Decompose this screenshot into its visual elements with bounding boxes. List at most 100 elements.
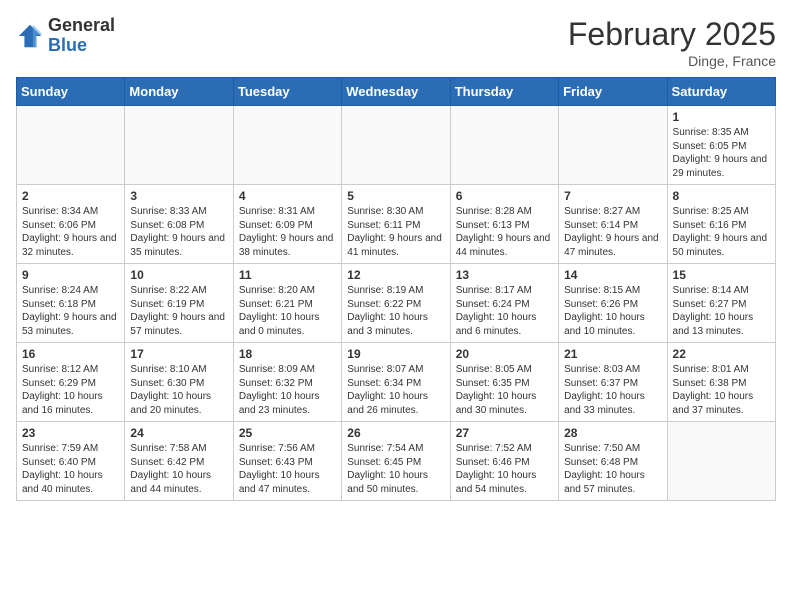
day-number: 5 [347, 189, 444, 203]
day-header-saturday: Saturday [667, 78, 775, 106]
day-info: Sunrise: 8:19 AM Sunset: 6:22 PM Dayligh… [347, 284, 444, 338]
day-info: Sunrise: 8:22 AM Sunset: 6:19 PM Dayligh… [130, 284, 227, 338]
calendar-cell: 2 Sunrise: 8:34 AM Sunset: 6:06 PM Daylig… [17, 185, 125, 264]
calendar-cell: 23Sunrise: 7:59 AM Sunset: 6:40 PM Dayli… [17, 422, 125, 501]
day-header-thursday: Thursday [450, 78, 558, 106]
calendar-cell: 8 Sunrise: 8:25 AM Sunset: 6:16 PM Daylig… [667, 185, 775, 264]
calendar-cell: 15Sunrise: 8:14 AM Sunset: 6:27 PM Dayli… [667, 264, 775, 343]
day-info: Sunrise: 8:03 AM Sunset: 6:37 PM Dayligh… [564, 363, 661, 417]
logo-blue-text: Blue [48, 35, 87, 55]
logo-general-text: General [48, 15, 115, 35]
calendar-cell: 18 Sunrise: 8:09 AM Sunset: 6:32 PM Dayli… [233, 343, 341, 422]
calendar-cell [559, 106, 667, 185]
day-info: Sunrise: 8:10 AM Sunset: 6:30 PM Dayligh… [130, 363, 227, 417]
day-number: 13 [456, 268, 553, 282]
calendar-header-row: SundayMondayTuesdayWednesdayThursdayFrid… [17, 78, 776, 106]
calendar-week-row: 2 Sunrise: 8:34 AM Sunset: 6:06 PM Daylig… [17, 185, 776, 264]
calendar-cell: 22 Sunrise: 8:01 AM Sunset: 6:38 PM Dayli… [667, 343, 775, 422]
day-info: Sunrise: 8:25 AM Sunset: 6:16 PM Dayligh… [673, 205, 770, 259]
day-number: 11 [239, 268, 336, 282]
calendar-cell: 24 Sunrise: 7:58 AM Sunset: 6:42 PM Dayli… [125, 422, 233, 501]
day-number: 3 [130, 189, 227, 203]
day-number: 28 [564, 426, 661, 440]
day-number: 16 [22, 347, 119, 361]
calendar-cell [667, 422, 775, 501]
title-block: February 2025 Dinge, France [568, 16, 776, 69]
day-number: 10 [130, 268, 227, 282]
day-number: 27 [456, 426, 553, 440]
calendar-cell [450, 106, 558, 185]
calendar-week-row: 23Sunrise: 7:59 AM Sunset: 6:40 PM Dayli… [17, 422, 776, 501]
day-info: Sunrise: 8:33 AM Sunset: 6:08 PM Dayligh… [130, 205, 227, 259]
day-info: Sunrise: 8:20 AM Sunset: 6:21 PM Dayligh… [239, 284, 336, 338]
day-number: 21 [564, 347, 661, 361]
calendar-cell: 27 Sunrise: 7:52 AM Sunset: 6:46 PM Dayli… [450, 422, 558, 501]
day-info: Sunrise: 8:34 AM Sunset: 6:06 PM Dayligh… [22, 205, 119, 259]
calendar-week-row: 16 Sunrise: 8:12 AM Sunset: 6:29 PM Dayli… [17, 343, 776, 422]
day-info: Sunrise: 8:05 AM Sunset: 6:35 PM Dayligh… [456, 363, 553, 417]
day-number: 24 [130, 426, 227, 440]
calendar-cell: 3 Sunrise: 8:33 AM Sunset: 6:08 PM Daylig… [125, 185, 233, 264]
calendar-cell: 1 Sunrise: 8:35 AM Sunset: 6:05 PM Daylig… [667, 106, 775, 185]
calendar-cell: 12Sunrise: 8:19 AM Sunset: 6:22 PM Dayli… [342, 264, 450, 343]
location: Dinge, France [568, 53, 776, 69]
day-info: Sunrise: 8:15 AM Sunset: 6:26 PM Dayligh… [564, 284, 661, 338]
day-header-friday: Friday [559, 78, 667, 106]
day-number: 2 [22, 189, 119, 203]
month-title: February 2025 [568, 16, 776, 53]
day-number: 20 [456, 347, 553, 361]
day-number: 14 [564, 268, 661, 282]
logo: General Blue [16, 16, 115, 56]
calendar-cell: 7 Sunrise: 8:27 AM Sunset: 6:14 PM Daylig… [559, 185, 667, 264]
calendar-cell: 4 Sunrise: 8:31 AM Sunset: 6:09 PM Daylig… [233, 185, 341, 264]
day-number: 19 [347, 347, 444, 361]
calendar-cell: 9Sunrise: 8:24 AM Sunset: 6:18 PM Daylig… [17, 264, 125, 343]
day-info: Sunrise: 8:01 AM Sunset: 6:38 PM Dayligh… [673, 363, 770, 417]
calendar-cell [125, 106, 233, 185]
day-info: Sunrise: 8:27 AM Sunset: 6:14 PM Dayligh… [564, 205, 661, 259]
day-header-tuesday: Tuesday [233, 78, 341, 106]
day-number: 8 [673, 189, 770, 203]
day-info: Sunrise: 8:12 AM Sunset: 6:29 PM Dayligh… [22, 363, 119, 417]
day-number: 7 [564, 189, 661, 203]
calendar-cell: 28Sunrise: 7:50 AM Sunset: 6:48 PM Dayli… [559, 422, 667, 501]
page-header: General Blue February 2025 Dinge, France [16, 16, 776, 69]
logo-icon [16, 22, 44, 50]
day-info: Sunrise: 7:58 AM Sunset: 6:42 PM Dayligh… [130, 442, 227, 496]
day-number: 4 [239, 189, 336, 203]
day-header-wednesday: Wednesday [342, 78, 450, 106]
calendar-week-row: 9Sunrise: 8:24 AM Sunset: 6:18 PM Daylig… [17, 264, 776, 343]
calendar-cell: 10 Sunrise: 8:22 AM Sunset: 6:19 PM Dayli… [125, 264, 233, 343]
day-header-monday: Monday [125, 78, 233, 106]
day-info: Sunrise: 7:52 AM Sunset: 6:46 PM Dayligh… [456, 442, 553, 496]
calendar-cell [342, 106, 450, 185]
day-info: Sunrise: 8:14 AM Sunset: 6:27 PM Dayligh… [673, 284, 770, 338]
day-number: 18 [239, 347, 336, 361]
day-info: Sunrise: 7:56 AM Sunset: 6:43 PM Dayligh… [239, 442, 336, 496]
calendar-week-row: 1 Sunrise: 8:35 AM Sunset: 6:05 PM Daylig… [17, 106, 776, 185]
calendar-cell [17, 106, 125, 185]
day-info: Sunrise: 8:07 AM Sunset: 6:34 PM Dayligh… [347, 363, 444, 417]
calendar-cell: 19 Sunrise: 8:07 AM Sunset: 6:34 PM Dayli… [342, 343, 450, 422]
calendar-cell: 11 Sunrise: 8:20 AM Sunset: 6:21 PM Dayli… [233, 264, 341, 343]
day-number: 25 [239, 426, 336, 440]
calendar-cell: 14 Sunrise: 8:15 AM Sunset: 6:26 PM Dayli… [559, 264, 667, 343]
calendar-cell: 16 Sunrise: 8:12 AM Sunset: 6:29 PM Dayli… [17, 343, 125, 422]
calendar-cell: 17 Sunrise: 8:10 AM Sunset: 6:30 PM Dayli… [125, 343, 233, 422]
calendar-cell: 26Sunrise: 7:54 AM Sunset: 6:45 PM Dayli… [342, 422, 450, 501]
day-number: 23 [22, 426, 119, 440]
day-number: 6 [456, 189, 553, 203]
day-number: 22 [673, 347, 770, 361]
day-number: 1 [673, 110, 770, 124]
calendar-cell: 20 Sunrise: 8:05 AM Sunset: 6:35 PM Dayli… [450, 343, 558, 422]
day-info: Sunrise: 7:54 AM Sunset: 6:45 PM Dayligh… [347, 442, 444, 496]
day-info: Sunrise: 8:28 AM Sunset: 6:13 PM Dayligh… [456, 205, 553, 259]
calendar-cell: 13Sunrise: 8:17 AM Sunset: 6:24 PM Dayli… [450, 264, 558, 343]
day-number: 17 [130, 347, 227, 361]
calendar-cell: 25 Sunrise: 7:56 AM Sunset: 6:43 PM Dayli… [233, 422, 341, 501]
calendar-cell: 5Sunrise: 8:30 AM Sunset: 6:11 PM Daylig… [342, 185, 450, 264]
day-info: Sunrise: 8:35 AM Sunset: 6:05 PM Dayligh… [673, 126, 770, 180]
day-info: Sunrise: 8:09 AM Sunset: 6:32 PM Dayligh… [239, 363, 336, 417]
day-info: Sunrise: 8:31 AM Sunset: 6:09 PM Dayligh… [239, 205, 336, 259]
calendar-cell [233, 106, 341, 185]
